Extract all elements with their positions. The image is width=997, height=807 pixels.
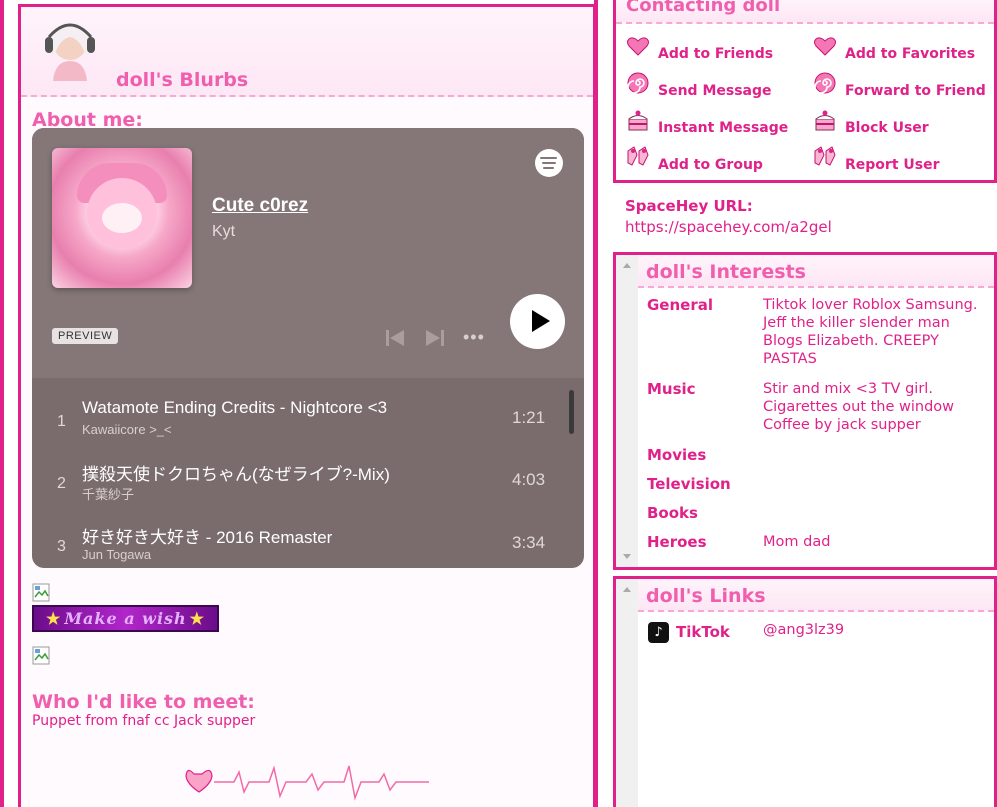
scroll-up-icon[interactable] [623,263,631,268]
forward-to-friend-button[interactable]: Forward to Friend [813,72,986,101]
track-artist: Kawaiicore >_< [82,422,172,437]
report-user-button[interactable]: Report User [813,146,940,175]
action-label: Add to Friends [658,46,774,62]
track-name: 撲殺天使ドクロちゃん(なぜライブ?-Mix) [82,465,390,484]
block-user-button[interactable]: Block User [813,110,929,138]
action-label: Forward to Friend [845,83,986,99]
interest-value-heroes: Mom dad [763,534,831,550]
links-header: doll's Links [638,579,994,612]
interests-box: doll's Interests General Tiktok lover Ro… [613,252,997,570]
interests-scrollbar[interactable] [616,255,638,567]
links-box: doll's Links ♪ TikTok @ang3lz39 [613,576,997,807]
tracklist-scrollbar[interactable] [569,390,574,434]
who-to-meet-heading: Who I'd like to meet: [32,691,255,713]
preview-badge: PREVIEW [52,328,119,344]
spotify-embed[interactable]: Cute c0rez Kyt PREVIEW ••• 1 Watamote En… [32,128,584,568]
action-label: Instant Message [658,120,789,136]
heart-icon [627,37,649,56]
swirl-candy-icon [814,72,836,94]
broken-image-icon [32,646,50,665]
instant-message-button[interactable]: Instant Message [626,110,788,138]
blurbs-panel: doll's Blurbs About me: Cute c0rez Kyt P… [0,0,598,807]
ribbon-shoes-icon [814,146,836,166]
tiktok-handle[interactable]: @ang3lz39 [763,622,844,638]
links-scrollbar[interactable] [616,579,638,807]
broken-image-icon [32,583,50,602]
who-to-meet-text: Puppet from fnaf cc Jack supper [32,713,256,729]
next-track-icon[interactable] [425,329,445,347]
playlist-artist[interactable]: Kyt [212,223,235,241]
action-label: Add to Favorites [845,46,976,62]
cake-icon [628,110,648,131]
interest-label-music: Music [647,380,696,398]
blurbs-box: doll's Blurbs About me: Cute c0rez Kyt P… [18,4,596,807]
track-row[interactable]: 1 Watamote Ending Credits - Nightcore <3… [32,378,572,440]
interest-value-music: Stir and mix <3 TV girl. Cigarettes out … [763,381,955,433]
spotify-header: Cute c0rez Kyt PREVIEW ••• [32,128,584,378]
avatar [45,23,95,81]
track-duration: 3:34 [512,533,546,552]
track-number: 3 [57,538,66,555]
send-message-button[interactable]: Send Message [626,72,772,101]
interest-label-movies: Movies [647,446,707,464]
action-label: Report User [845,157,940,173]
interest-label-books: Books [647,504,698,522]
track-number: 1 [57,413,66,430]
track-row[interactable]: 3 好き好き大好き - 2016 Remaster Jun Togawa 3:3… [32,503,572,565]
playlist-cover[interactable] [52,148,192,288]
play-button[interactable] [510,294,565,349]
heart-icon [814,37,836,56]
tiktok-link[interactable]: TikTok [676,623,730,641]
star-icon: ★ [189,609,206,628]
track-artist: Jun Togawa [82,547,152,562]
track-row[interactable]: 2 撲殺天使ドクロちゃん(なぜライブ?-Mix) 千葉紗子 4:03 [32,440,572,502]
spotify-logo-icon[interactable] [535,149,563,177]
banner-text: Make a wish [64,609,187,628]
more-options-icon[interactable]: ••• [463,327,485,348]
spacehey-url-link[interactable]: https://spacehey.com/a2gel [625,218,832,236]
cake-icon [815,110,835,131]
track-duration: 4:03 [512,470,546,489]
make-a-wish-banner: ★ Make a wish ★ [32,605,219,632]
interests-header: doll's Interests [638,255,994,288]
track-name: Watamote Ending Credits - Nightcore <3 [82,398,388,417]
track-duration: 1:21 [512,408,546,427]
playlist-title[interactable]: Cute c0rez [212,195,308,217]
track-name: 好き好き大好き - 2016 Remaster [82,528,333,547]
tiktok-icon[interactable]: ♪ [648,622,669,643]
links-title: doll's Links [646,585,766,607]
interest-label-heroes: Heroes [647,533,707,551]
ribbon-shoes-icon [627,146,649,166]
heartbeat-decoration-icon [185,765,429,801]
add-to-group-button[interactable]: Add to Group [626,146,763,175]
scroll-up-icon[interactable] [623,587,631,592]
add-to-favorites-button[interactable]: Add to Favorites [813,36,975,64]
spacehey-url-label: SpaceHey URL: [625,197,753,215]
add-to-friends-button[interactable]: Add to Friends [626,36,773,64]
interests-title: doll's Interests [646,261,806,283]
action-label: Block User [845,120,929,136]
contact-title: Contacting doll [626,0,781,16]
track-artist: 千葉紗子 [82,487,135,502]
interest-label-television: Television [647,475,731,493]
scroll-down-icon[interactable] [623,554,631,559]
star-icon: ★ [45,609,62,628]
blurbs-title: doll's Blurbs [116,69,249,91]
previous-track-icon[interactable] [385,329,405,347]
interest-label-general: General [647,296,713,314]
blurbs-header: doll's Blurbs [21,7,593,97]
action-label: Send Message [658,83,772,99]
interest-value-general: Tiktok lover Roblox Samsung. Jeff the ki… [763,297,978,367]
contact-box: Contacting doll Add to Friends Add to Fa… [613,0,997,183]
swirl-candy-icon [627,72,649,94]
track-number: 2 [57,475,66,492]
action-label: Add to Group [658,157,763,173]
